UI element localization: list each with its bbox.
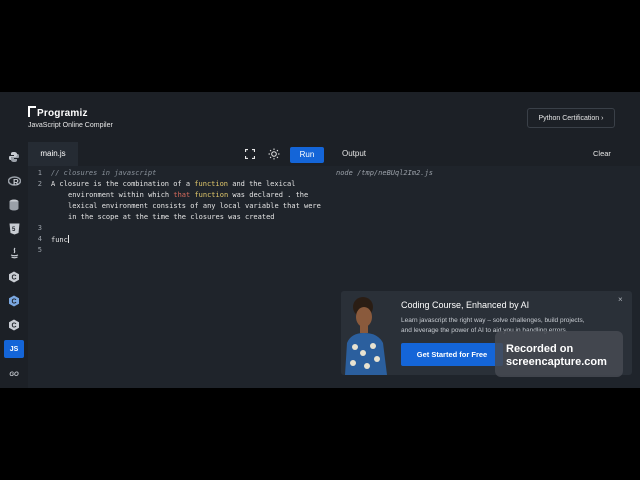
- code-text: was declared . the: [228, 191, 309, 199]
- close-icon[interactable]: ×: [618, 295, 623, 304]
- line-number: 4: [37, 235, 42, 243]
- code-keyword: function: [194, 180, 229, 188]
- logo-mark-icon: [28, 106, 36, 117]
- js-icon[interactable]: JS: [4, 340, 24, 358]
- output-text: node /tmp/neBUql2Im2.js: [336, 169, 433, 177]
- promo-title: Coding Course, Enhanced by AI: [401, 300, 530, 310]
- code-keyword: that: [173, 191, 191, 199]
- code-line: lexical environment consists of any loca…: [68, 202, 321, 210]
- svg-text:C: C: [12, 275, 17, 282]
- cplusplus-icon[interactable]: C: [7, 294, 21, 308]
- svg-text:C: C: [12, 323, 17, 330]
- promo-description: Learn javascript the right way – solve c…: [401, 317, 585, 324]
- tab-main-js[interactable]: main.js: [28, 142, 78, 166]
- code-line: A closure is the combination of a functi…: [51, 180, 295, 188]
- code-text: A closure is the combination of a: [51, 180, 195, 188]
- output-title: Output: [342, 149, 367, 158]
- text-cursor: [67, 235, 69, 243]
- page-title: JavaScript Online Compiler: [28, 122, 113, 129]
- code-line: func: [51, 235, 69, 244]
- code-editor[interactable]: 1 2 3 4 5 // closures in javascript A cl…: [28, 166, 330, 388]
- line-number: 3: [37, 224, 42, 232]
- chevron-right-icon: ›: [601, 115, 604, 122]
- top-bar: Programiz JavaScript Online Compiler Pyt…: [0, 92, 640, 142]
- fullscreen-icon[interactable]: [245, 149, 255, 159]
- code-text: func: [51, 236, 68, 244]
- editor-toolbar: main.js Run: [28, 142, 330, 166]
- code-line: environment within which that function w…: [68, 191, 308, 199]
- brand-name: Programiz: [37, 108, 88, 119]
- line-number: 1: [37, 169, 42, 177]
- clear-button[interactable]: Clear: [593, 142, 611, 166]
- code-keyword: function: [194, 191, 229, 199]
- code-line: in the scope at the time the closures wa…: [68, 213, 275, 221]
- watermark-line: Recorded on: [506, 343, 574, 355]
- csharp-icon[interactable]: C: [7, 318, 21, 332]
- go-icon[interactable]: GO: [7, 368, 21, 382]
- r-icon[interactable]: R: [7, 174, 21, 188]
- output-toolbar: Output Clear: [330, 142, 640, 166]
- code-text: environment within which: [68, 191, 174, 199]
- compiler-app: Programiz JavaScript Online Compiler Pyt…: [0, 92, 640, 388]
- python-certification-button[interactable]: Python Certification ›: [527, 108, 615, 128]
- get-started-button[interactable]: Get Started for Free: [401, 343, 503, 366]
- watermark-line: screencapture.com: [506, 356, 607, 368]
- sql-icon[interactable]: [7, 198, 21, 212]
- code-text: and the lexical: [228, 180, 296, 188]
- c-icon[interactable]: C: [7, 270, 21, 284]
- line-number: 5: [37, 246, 42, 254]
- line-number: 2: [37, 180, 42, 188]
- svg-text:C: C: [12, 299, 17, 306]
- java-icon[interactable]: [7, 246, 21, 260]
- html-icon[interactable]: 5: [7, 222, 21, 236]
- run-button[interactable]: Run: [290, 147, 324, 163]
- cert-button-label: Python Certification: [538, 115, 600, 122]
- language-sidebar: R 5 C C C JS GO: [0, 142, 28, 388]
- code-line: // closures in javascript: [51, 169, 157, 177]
- svg-text:R: R: [13, 178, 19, 187]
- programiz-logo[interactable]: Programiz: [28, 106, 88, 119]
- recording-watermark: Recorded on screencapture.com: [495, 331, 623, 377]
- theme-toggle-icon[interactable]: [268, 148, 280, 160]
- python-icon[interactable]: [7, 150, 21, 164]
- instructor-avatar: [341, 291, 391, 375]
